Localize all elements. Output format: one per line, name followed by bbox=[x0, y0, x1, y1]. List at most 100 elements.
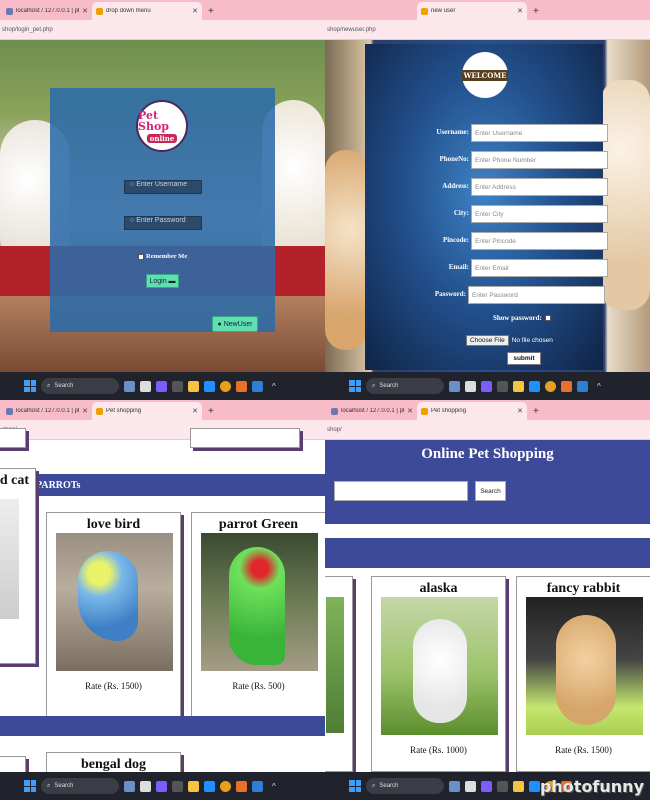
app-icon[interactable] bbox=[172, 780, 183, 792]
watermark: photofunny bbox=[539, 777, 644, 796]
xampp-icon[interactable] bbox=[236, 380, 247, 392]
password-input[interactable]: Enter Password bbox=[468, 286, 605, 304]
app-icon[interactable] bbox=[497, 380, 508, 392]
chat-app-icon[interactable] bbox=[481, 780, 492, 792]
edge-icon[interactable] bbox=[529, 780, 540, 792]
show-password-checkbox[interactable] bbox=[544, 315, 551, 321]
product-card[interactable]: love bird Rate (Rs. 1500) bbox=[46, 512, 181, 730]
tab-phpmyadmin[interactable]: localhost / 127.0.0.1 | phpMyAdm ✕ bbox=[327, 402, 417, 420]
chevron-up-icon[interactable]: ^ bbox=[597, 382, 601, 391]
show-password: Show password: bbox=[493, 314, 551, 322]
game-app-icon[interactable] bbox=[124, 780, 135, 792]
phone-input[interactable]: Enter Phone Number bbox=[471, 151, 608, 169]
chevron-up-icon[interactable]: ^ bbox=[272, 782, 276, 791]
phpmyadmin-icon bbox=[6, 407, 13, 415]
login-button[interactable]: Login ▬ bbox=[146, 274, 179, 288]
edge-icon[interactable] bbox=[204, 780, 215, 792]
game-app-icon[interactable] bbox=[124, 380, 135, 392]
product-card-partial[interactable]: d cat bbox=[0, 468, 36, 664]
chrome-icon[interactable] bbox=[220, 380, 231, 392]
chat-app-icon[interactable] bbox=[481, 380, 492, 392]
username-input[interactable]: Enter Username bbox=[471, 124, 608, 142]
windows-start-icon[interactable] bbox=[24, 380, 36, 392]
chrome-icon[interactable] bbox=[545, 380, 556, 392]
taskbar-search[interactable]: ⌕ Search bbox=[41, 378, 119, 394]
email-input[interactable]: Enter Email bbox=[471, 259, 608, 277]
remember-me-checkbox[interactable] bbox=[138, 253, 144, 260]
product-card[interactable]: parrot Green Rate (Rs. 500) bbox=[191, 512, 325, 730]
close-icon[interactable]: ✕ bbox=[517, 7, 523, 15]
new-tab-button[interactable]: + bbox=[202, 406, 220, 420]
task-view-icon[interactable] bbox=[140, 380, 151, 392]
xampp-icon[interactable] bbox=[561, 380, 572, 392]
product-title: love bird bbox=[86, 517, 141, 532]
product-card-partial[interactable] bbox=[325, 576, 353, 772]
app-icon[interactable] bbox=[172, 380, 183, 392]
band-divider bbox=[325, 524, 650, 538]
shop-title: Online Pet Shopping bbox=[421, 446, 554, 462]
game-app-icon[interactable] bbox=[449, 380, 460, 392]
close-icon[interactable]: ✕ bbox=[517, 407, 523, 415]
close-icon[interactable]: ✕ bbox=[82, 407, 88, 415]
vscode-icon[interactable] bbox=[252, 380, 263, 392]
folder-icon[interactable] bbox=[513, 780, 524, 792]
tab-phpmyadmin[interactable]: localhost / 127.0.0.1 | phpMyAdm ✕ bbox=[2, 2, 92, 20]
windows-start-icon[interactable] bbox=[349, 380, 361, 392]
address-bar[interactable]: shop/ bbox=[325, 420, 650, 440]
remember-me: Remember Me bbox=[138, 253, 187, 260]
tab-pet-shopping[interactable]: Pet shopping ✕ bbox=[92, 402, 202, 420]
xampp-icon[interactable] bbox=[236, 780, 247, 792]
taskbar-search[interactable]: ⌕ Search bbox=[366, 378, 444, 394]
submit-button[interactable]: submit bbox=[507, 352, 541, 365]
chrome-icon[interactable] bbox=[220, 780, 231, 792]
address-bar[interactable]: shop/login_pet.php bbox=[0, 20, 325, 40]
new-tab-button[interactable]: + bbox=[527, 406, 545, 420]
edge-icon[interactable] bbox=[204, 380, 215, 392]
vscode-icon[interactable] bbox=[577, 380, 588, 392]
task-view-icon[interactable] bbox=[140, 780, 151, 792]
password-input[interactable]: ○ Enter Password bbox=[124, 216, 202, 230]
tab-drop-down-menu[interactable]: drop down menu ✕ bbox=[92, 2, 202, 20]
tab-new-user[interactable]: new user ✕ bbox=[417, 2, 527, 20]
username-input[interactable]: ○ Enter Username bbox=[124, 180, 202, 194]
product-rate: Rate (Rs. 500) bbox=[232, 681, 285, 691]
close-icon[interactable]: ✕ bbox=[192, 407, 198, 415]
folder-icon[interactable] bbox=[188, 380, 199, 392]
newuser-button[interactable]: ● NewUser bbox=[212, 316, 258, 332]
game-app-icon[interactable] bbox=[449, 780, 460, 792]
vscode-icon[interactable] bbox=[252, 780, 263, 792]
windows-start-icon[interactable] bbox=[24, 780, 36, 792]
pincode-input[interactable]: Enter Pincode bbox=[471, 232, 608, 250]
taskbar-search[interactable]: ⌕ Search bbox=[366, 778, 444, 794]
close-icon[interactable]: ✕ bbox=[407, 407, 413, 415]
folder-icon[interactable] bbox=[188, 780, 199, 792]
rabbit-shape bbox=[556, 615, 616, 725]
tab-pet-shopping[interactable]: Pet shopping ✕ bbox=[417, 402, 527, 420]
close-icon[interactable]: ✕ bbox=[82, 7, 88, 15]
logo-text: Pet Shop bbox=[138, 108, 169, 133]
choose-file-button[interactable]: Choose File bbox=[466, 335, 509, 346]
taskbar-search-label: Search bbox=[54, 383, 74, 389]
chat-app-icon[interactable] bbox=[156, 380, 167, 392]
edge-icon[interactable] bbox=[529, 380, 540, 392]
product-card[interactable]: alaska Rate (Rs. 1000) bbox=[371, 576, 506, 772]
address-bar[interactable]: shop/newuser.php bbox=[325, 20, 650, 40]
chat-app-icon[interactable] bbox=[156, 780, 167, 792]
task-view-icon[interactable] bbox=[465, 780, 476, 792]
page-icon bbox=[96, 7, 103, 15]
chevron-up-icon[interactable]: ^ bbox=[272, 382, 276, 391]
search-button[interactable]: Search bbox=[475, 481, 506, 501]
close-icon[interactable]: ✕ bbox=[192, 7, 198, 15]
city-input[interactable]: Enter City bbox=[471, 205, 608, 223]
task-view-icon[interactable] bbox=[465, 380, 476, 392]
tab-phpmyadmin[interactable]: localhost / 127.0.0.1 | phpMyAdm ✕ bbox=[2, 402, 92, 420]
new-tab-button[interactable]: + bbox=[202, 6, 220, 20]
windows-start-icon[interactable] bbox=[349, 780, 361, 792]
search-input[interactable] bbox=[334, 481, 468, 501]
new-tab-button[interactable]: + bbox=[527, 6, 545, 20]
product-card[interactable]: fancy rabbit Rate (Rs. 1500) bbox=[516, 576, 650, 772]
taskbar-search[interactable]: ⌕ Search bbox=[41, 778, 119, 794]
folder-icon[interactable] bbox=[513, 380, 524, 392]
app-icon[interactable] bbox=[497, 780, 508, 792]
address-input[interactable]: Enter Address bbox=[471, 178, 608, 196]
